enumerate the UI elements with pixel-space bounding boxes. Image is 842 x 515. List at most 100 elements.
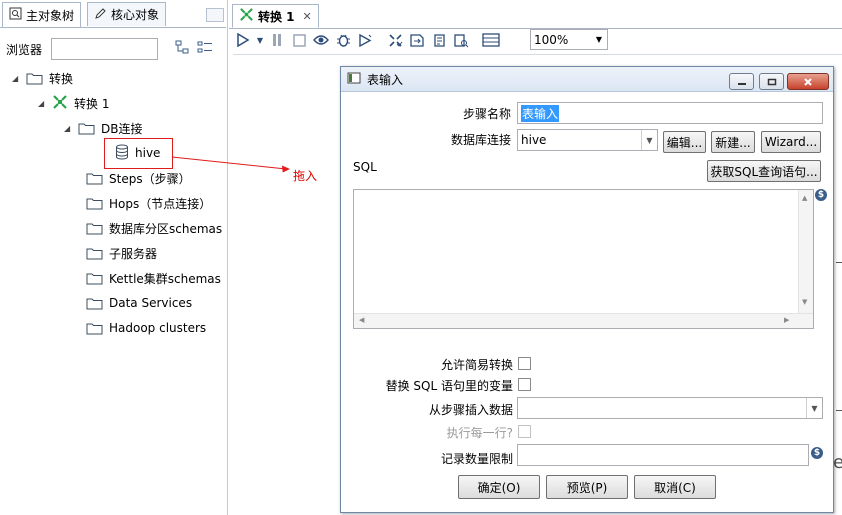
tree-node-cluster-schemas[interactable]: Kettle集群schemas bbox=[86, 267, 221, 289]
browser-label: 浏览器 bbox=[6, 43, 43, 57]
tab-core-objects[interactable]: 核心对象 bbox=[87, 2, 167, 26]
tree-node-steps[interactable]: Steps（步骤） bbox=[86, 167, 191, 189]
ok-button[interactable]: 确定(O) bbox=[458, 475, 540, 499]
get-sql-button[interactable]: 获取SQL查询语句... bbox=[707, 160, 821, 182]
replace-variables-label: 替换 SQL 语句里的变量 bbox=[385, 379, 513, 393]
folder-icon bbox=[86, 197, 103, 210]
preview-button[interactable]: 预览(P) bbox=[546, 475, 628, 499]
close-tab-icon[interactable]: ✕ bbox=[303, 10, 312, 23]
step-name-value: 表输入 bbox=[521, 104, 560, 122]
tab-transform-1[interactable]: 转换 1 ✕ bbox=[232, 4, 319, 28]
expand-arrow-icon[interactable]: ◢ bbox=[38, 99, 46, 108]
search-icon bbox=[9, 7, 22, 23]
run-icon[interactable] bbox=[232, 29, 254, 51]
impact-icon[interactable] bbox=[406, 29, 428, 51]
sql-editor[interactable]: ▲ ▼ ◀ ▶ bbox=[353, 189, 814, 329]
pencil-icon bbox=[94, 7, 107, 23]
canvas-edge-glyph: e bbox=[833, 452, 842, 473]
folder-icon bbox=[86, 222, 103, 235]
variable-dollar-icon: $ bbox=[811, 447, 823, 459]
debug-bug-icon[interactable] bbox=[332, 29, 354, 51]
expand-arrow-icon[interactable]: ◢ bbox=[12, 74, 20, 83]
expand-arrow-icon[interactable]: ◢ bbox=[64, 124, 72, 133]
insert-from-step-label: 从步骤插入数据 bbox=[428, 403, 513, 417]
scroll-right-icon[interactable]: ▶ bbox=[784, 316, 789, 324]
sql-vertical-scrollbar[interactable]: ▲ ▼ bbox=[798, 190, 813, 313]
sql-script-icon[interactable] bbox=[428, 29, 450, 51]
chevron-down-icon: ▼ bbox=[641, 130, 657, 150]
folder-icon bbox=[86, 272, 103, 285]
tab-label: 核心对象 bbox=[111, 8, 160, 22]
edit-connection-button[interactable]: 编辑... bbox=[663, 131, 706, 153]
table-input-dialog: 表输入 步骤名称 表输入 数据库连接 hive ▼ 编辑... 新建... Wi… bbox=[340, 66, 834, 513]
lazy-conversion-label: 允许简易转换 bbox=[440, 358, 513, 372]
stop-icon[interactable] bbox=[288, 29, 310, 51]
canvas-edge-mark bbox=[836, 410, 842, 411]
chevron-down-icon: ▼ bbox=[806, 398, 822, 418]
tree-label: Data Services bbox=[109, 296, 193, 310]
explore-db-icon[interactable] bbox=[450, 29, 472, 51]
limit-input[interactable] bbox=[517, 444, 809, 466]
tab-label: 主对象树 bbox=[26, 8, 75, 23]
db-connection-select[interactable]: hive ▼ bbox=[517, 129, 658, 151]
execute-each-row-checkbox[interactable] bbox=[518, 425, 531, 438]
step-name-label: 步骤名称 bbox=[462, 107, 511, 121]
folder-icon bbox=[86, 172, 103, 185]
maximize-button[interactable] bbox=[759, 73, 784, 90]
minimize-panel-button[interactable] bbox=[206, 8, 224, 22]
close-button[interactable] bbox=[787, 73, 829, 90]
tree-node-transformations[interactable]: ◢ 转换 bbox=[12, 67, 73, 89]
insert-from-step-select[interactable]: ▼ bbox=[517, 397, 823, 419]
tree-label: Hadoop clusters bbox=[109, 321, 207, 335]
transform-icon bbox=[52, 94, 68, 113]
expand-tree-icon[interactable] bbox=[175, 40, 189, 57]
lazy-conversion-checkbox[interactable] bbox=[518, 357, 531, 370]
minimize-button[interactable] bbox=[729, 73, 754, 90]
tree-label: Hops（节点连接） bbox=[109, 196, 212, 211]
verify-icon[interactable] bbox=[384, 29, 406, 51]
folder-icon bbox=[86, 297, 103, 310]
zoom-select[interactable]: 100% ▼ bbox=[530, 29, 608, 50]
scroll-up-icon[interactable]: ▲ bbox=[802, 194, 807, 202]
tree-node-hops[interactable]: Hops（节点连接） bbox=[86, 192, 211, 214]
preview-eye-icon[interactable] bbox=[310, 29, 332, 51]
browser-search-input[interactable] bbox=[51, 38, 158, 60]
tree-label: Steps（步骤） bbox=[109, 171, 191, 186]
left-panel: 主对象树 核心对象 浏览器 ◢ 转换 ◢ 转换 1 ◢ DB连接 hive St… bbox=[0, 0, 228, 515]
tree-node-hadoop-clusters[interactable]: Hadoop clusters bbox=[86, 317, 206, 339]
replace-variables-checkbox[interactable] bbox=[518, 378, 531, 391]
tree-label: Kettle集群schemas bbox=[109, 271, 221, 286]
folder-icon bbox=[26, 72, 43, 85]
transform-icon bbox=[239, 7, 254, 25]
tab-label: 转换 1 bbox=[258, 9, 295, 24]
canvas-edge-mark bbox=[836, 262, 842, 263]
step-name-input[interactable]: 表输入 bbox=[517, 102, 823, 124]
zoom-value: 100% bbox=[534, 32, 569, 47]
sql-label: SQL bbox=[353, 160, 377, 174]
tree-node-partition-schemas[interactable]: 数据库分区schemas bbox=[86, 217, 222, 239]
show-results-icon[interactable] bbox=[480, 29, 502, 51]
drag-annotation: 拖入 bbox=[293, 169, 318, 183]
pause-icon[interactable] bbox=[266, 29, 288, 51]
tree-label: 子服务器 bbox=[109, 246, 158, 261]
cancel-button[interactable]: 取消(C) bbox=[634, 475, 716, 499]
tab-main-object-tree[interactable]: 主对象树 bbox=[2, 2, 82, 27]
wizard-button[interactable]: Wizard... bbox=[761, 131, 821, 153]
hive-highlight-box bbox=[104, 138, 173, 169]
table-input-icon bbox=[347, 72, 361, 87]
db-connection-value: hive bbox=[521, 133, 547, 147]
new-connection-button[interactable]: 新建... bbox=[711, 131, 755, 153]
folder-icon bbox=[78, 122, 95, 135]
folder-icon bbox=[86, 247, 103, 260]
tree-node-data-services[interactable]: Data Services bbox=[86, 292, 192, 314]
run-options-icon[interactable]: ▼ bbox=[254, 29, 266, 51]
tree-node-slave-servers[interactable]: 子服务器 bbox=[86, 242, 157, 264]
collapse-tree-icon[interactable] bbox=[197, 40, 213, 57]
scroll-down-icon[interactable]: ▼ bbox=[802, 298, 807, 306]
main-tabbar bbox=[229, 2, 842, 29]
scroll-left-icon[interactable]: ◀ bbox=[359, 316, 364, 324]
tree-node-db-connections[interactable]: ◢ DB连接 bbox=[64, 117, 142, 139]
replay-icon[interactable] bbox=[354, 29, 376, 51]
tree-node-transform-1[interactable]: ◢ 转换 1 bbox=[38, 92, 109, 114]
sql-horizontal-scrollbar[interactable]: ◀ ▶ bbox=[354, 313, 813, 328]
